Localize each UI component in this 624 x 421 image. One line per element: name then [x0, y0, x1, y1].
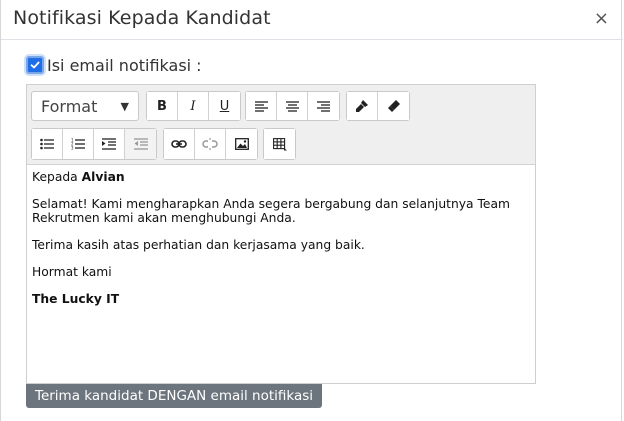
outdent-button[interactable]	[125, 129, 156, 159]
align-right-button[interactable]	[308, 92, 339, 120]
greeting-prefix: Kepada	[32, 170, 78, 184]
format-dropdown-label: Format	[41, 96, 98, 116]
close-button[interactable]: ×	[594, 9, 609, 29]
table-group	[263, 128, 296, 160]
outdent-icon	[133, 138, 148, 150]
format-painter-button[interactable]	[347, 92, 378, 120]
insert-image-button[interactable]	[226, 129, 257, 159]
insert-table-button[interactable]	[264, 129, 295, 159]
align-right-icon	[317, 100, 330, 112]
svg-text:3: 3	[71, 146, 74, 151]
caret-down-icon: ▼	[120, 99, 129, 113]
bold-button[interactable]: B	[147, 92, 178, 120]
align-center-icon	[285, 100, 299, 112]
email-checkbox-label[interactable]: Isi email notifikasi :	[47, 56, 202, 75]
dialog-header: Notifikasi Kepada Kandidat ×	[1, 0, 623, 40]
eraser-icon	[387, 100, 400, 112]
email-closing: Hormat kami	[32, 265, 112, 279]
email-paragraph-2: Terima kasih atas perhatian dan kerjasam…	[32, 238, 365, 252]
align-left-icon	[254, 100, 268, 112]
brush-icon	[356, 100, 368, 112]
bullet-list-icon	[40, 138, 54, 150]
insert-group	[163, 128, 258, 160]
align-left-button[interactable]	[246, 92, 277, 120]
table-icon	[272, 137, 287, 150]
numbered-list-icon: 123	[71, 138, 85, 150]
numbered-list-button[interactable]: 123	[63, 129, 94, 159]
link-icon	[171, 140, 187, 148]
email-checkbox-row[interactable]: Isi email notifikasi :	[26, 54, 202, 76]
dialog-title: Notifikasi Kepada Kandidat	[13, 7, 271, 29]
italic-button[interactable]: I	[178, 92, 209, 120]
insert-link-button[interactable]	[164, 129, 195, 159]
format-dropdown[interactable]: Format ▼	[31, 91, 139, 121]
underline-button[interactable]: U	[209, 92, 240, 120]
indent-button[interactable]	[94, 129, 125, 159]
indent-icon	[102, 138, 116, 150]
notification-dialog: Notifikasi Kepada Kandidat × Isi email n…	[0, 0, 623, 421]
image-icon	[234, 138, 249, 150]
rich-text-editor: Format ▼ B I U 1 2 3 Kepada Alvian Selam…	[26, 84, 536, 384]
bullet-list-button[interactable]	[32, 129, 63, 159]
unlink-icon	[202, 138, 218, 150]
clear-format-button[interactable]	[378, 92, 409, 120]
alignment-group	[245, 91, 340, 121]
email-signature: The Lucky IT	[32, 292, 120, 306]
candidate-name: Alvian	[81, 170, 125, 184]
unlink-button[interactable]	[195, 129, 226, 159]
editor-toolbar: Format ▼ B I U 1 2 3	[27, 85, 535, 165]
align-center-button[interactable]	[277, 92, 308, 120]
checkmark-icon	[30, 61, 40, 69]
accept-with-email-button[interactable]: Terima kandidat DENGAN email notifikasi	[26, 384, 323, 408]
email-body[interactable]: Kepada Alvian Selamat! Kami mengharapkan…	[27, 165, 535, 324]
greeting-line: Kepada Alvian	[32, 170, 530, 184]
format-tools-group	[346, 91, 410, 121]
email-paragraph-1: Selamat! Kami mengharapkan Anda segera b…	[32, 197, 510, 225]
text-style-group: B I U	[146, 91, 241, 121]
email-checkbox[interactable]	[26, 56, 44, 74]
list-group: 123	[31, 128, 157, 160]
